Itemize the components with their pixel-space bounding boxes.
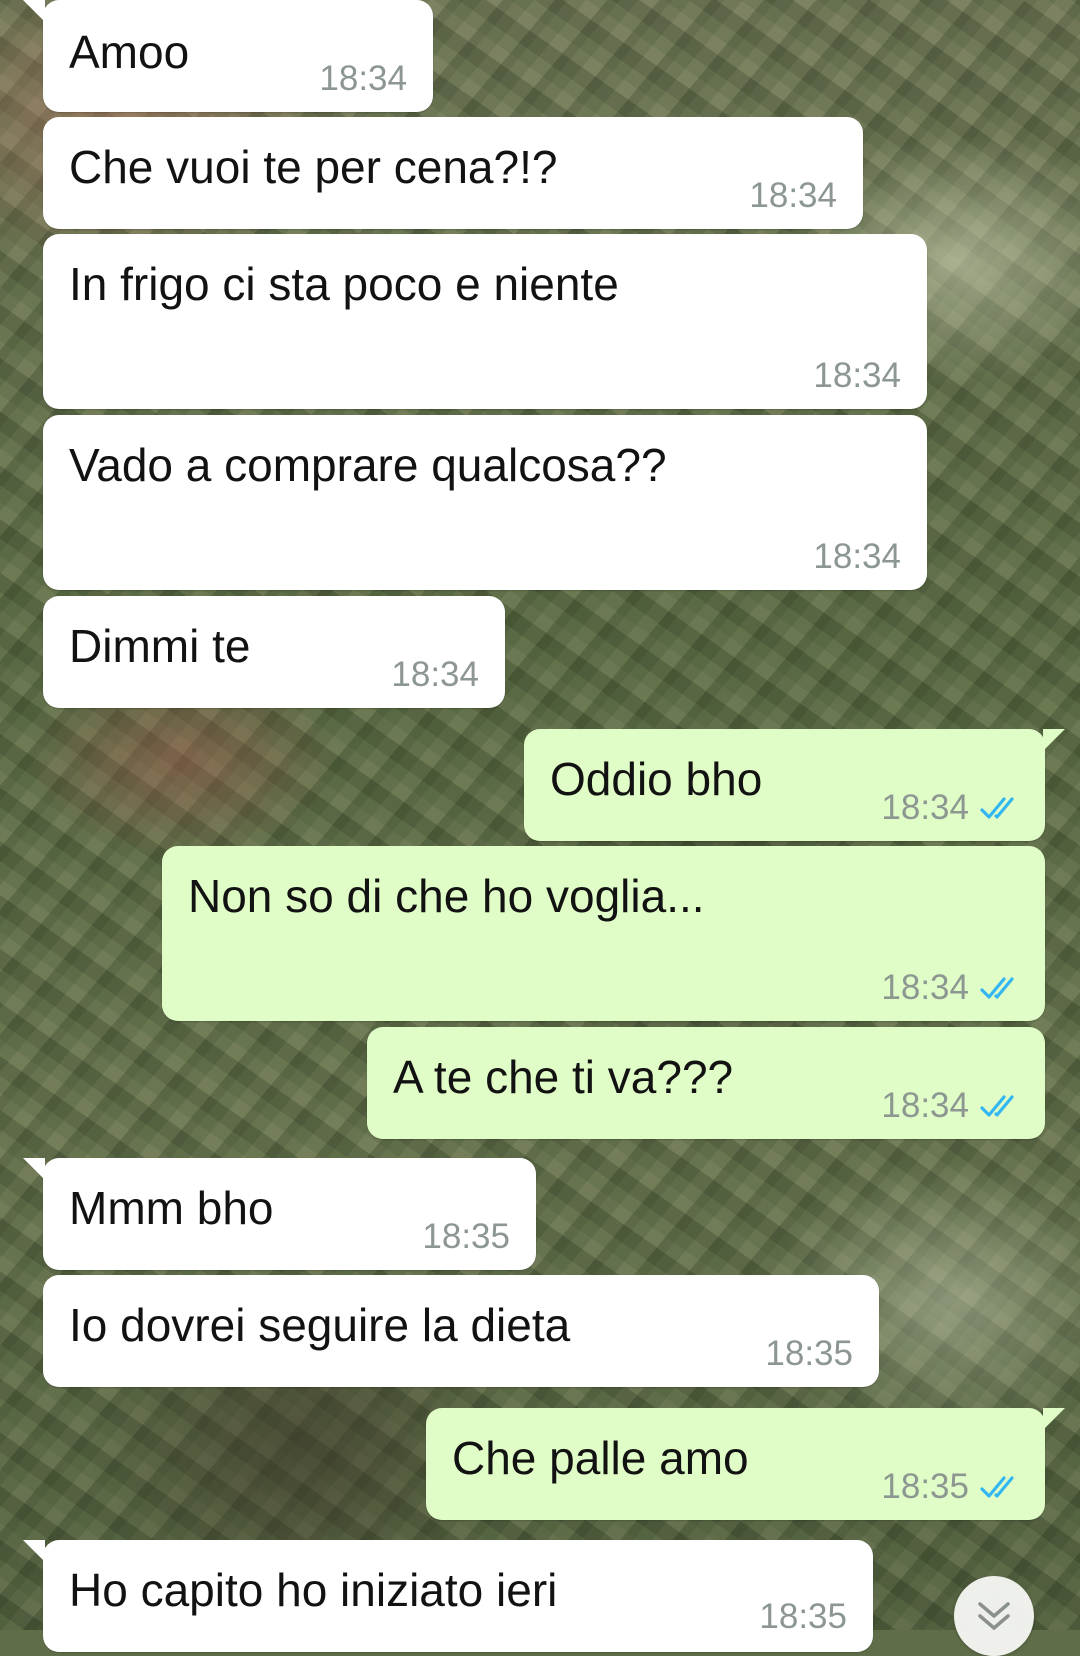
message-meta: 18:35	[765, 1333, 853, 1375]
message-meta: 18:35	[881, 1466, 1021, 1508]
message-bubble-incoming[interactable]: Vado a comprare qualcosa?? 18:34	[43, 415, 927, 590]
message-time: 18:34	[813, 356, 901, 395]
message-bubble-outgoing[interactable]: Che palle amo 18:35	[426, 1408, 1065, 1520]
message-meta: 18:34	[813, 536, 901, 578]
message-time: 18:34	[749, 176, 837, 215]
message-text: Amoo	[69, 26, 190, 78]
message-meta: 18:34	[881, 1085, 1021, 1127]
message-list[interactable]: Amoo 18:34 Che vuoi te per cena?!? 18:34…	[0, 0, 1080, 1656]
message-meta: 18:34	[749, 175, 837, 217]
message-time: 18:35	[759, 1597, 847, 1636]
message-time: 18:34	[881, 1086, 969, 1125]
message-time: 18:35	[765, 1334, 853, 1373]
message-bubble-incoming[interactable]: Amoo 18:34	[23, 0, 433, 112]
message-text: Mmm bho	[69, 1182, 274, 1234]
message-text: Io dovrei seguire la dieta	[69, 1299, 571, 1351]
message-meta: 18:34	[881, 787, 1021, 829]
message-bubble-incoming[interactable]: Io dovrei seguire la dieta 18:35	[43, 1275, 879, 1387]
message-text: Vado a comprare qualcosa??	[69, 439, 667, 491]
message-text: Ho capito ho iniziato ieri	[69, 1564, 558, 1616]
message-time: 18:35	[881, 1467, 969, 1506]
message-text: Che palle amo	[452, 1432, 749, 1484]
scroll-to-bottom-button[interactable]	[954, 1576, 1034, 1656]
message-bubble-outgoing[interactable]: Non so di che ho voglia... 18:34	[162, 846, 1045, 1021]
message-time: 18:34	[881, 968, 969, 1007]
message-meta: 18:34	[391, 654, 479, 696]
message-bubble-incoming[interactable]: Mmm bho 18:35	[23, 1158, 536, 1270]
message-bubble-incoming[interactable]: Dimmi te 18:34	[43, 596, 505, 708]
message-bubble-incoming[interactable]: Che vuoi te per cena?!? 18:34	[43, 117, 863, 229]
double-check-icon	[979, 974, 1021, 1002]
message-time: 18:34	[813, 537, 901, 576]
message-text: Oddio bho	[550, 753, 763, 805]
message-time: 18:34	[391, 655, 479, 694]
message-bubble-outgoing[interactable]: Oddio bho 18:34	[524, 729, 1065, 841]
message-meta: 18:35	[422, 1216, 510, 1258]
double-check-icon	[979, 1473, 1021, 1501]
message-text: A te che ti va???	[393, 1051, 734, 1103]
message-bubble-incoming[interactable]: In frigo ci sta poco e niente 18:34	[43, 234, 927, 409]
message-meta: 18:34	[813, 355, 901, 397]
message-text: Che vuoi te per cena?!?	[69, 141, 558, 193]
message-time: 18:34	[319, 59, 407, 98]
double-check-icon	[979, 794, 1021, 822]
message-time: 18:35	[422, 1217, 510, 1256]
message-meta: 18:34	[881, 967, 1021, 1009]
double-check-icon	[979, 1092, 1021, 1120]
message-text: In frigo ci sta poco e niente	[69, 258, 619, 310]
message-meta: 18:35	[759, 1596, 847, 1638]
message-bubble-outgoing[interactable]: A te che ti va??? 18:34	[367, 1027, 1045, 1139]
message-time: 18:34	[881, 788, 969, 827]
message-bubble-incoming[interactable]: Ho capito ho iniziato ieri 18:35	[23, 1540, 873, 1652]
message-text: Non so di che ho voglia...	[188, 870, 705, 922]
message-meta: 18:34	[319, 58, 407, 100]
double-chevron-down-icon	[978, 1602, 1010, 1630]
message-text: Dimmi te	[69, 620, 251, 672]
